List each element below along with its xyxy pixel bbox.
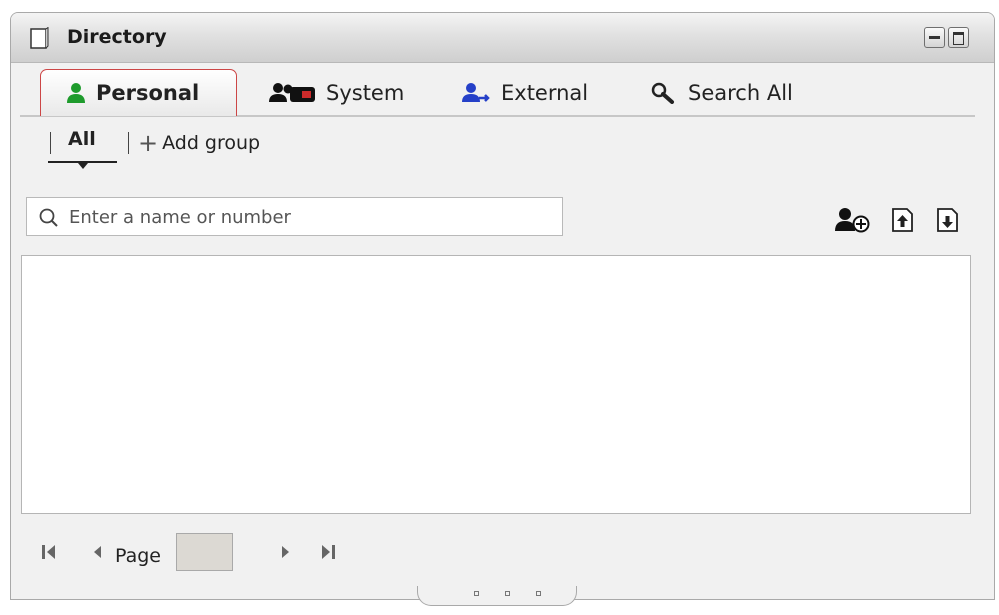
group-separator <box>50 132 51 154</box>
grip-dot <box>474 591 479 596</box>
resize-grip[interactable] <box>417 586 577 606</box>
search-box[interactable] <box>26 197 563 236</box>
search-input[interactable] <box>67 202 551 232</box>
add-contact-icon[interactable] <box>834 207 874 233</box>
group-separator <box>128 132 129 154</box>
group-all[interactable]: All <box>68 128 96 158</box>
plus-icon: + <box>138 129 159 157</box>
title-bar: Directory <box>11 13 994 63</box>
tab-external-label: External <box>501 80 589 105</box>
group-all-caret <box>78 163 88 169</box>
export-icon[interactable] <box>891 207 915 233</box>
page-number-field[interactable] <box>176 533 233 571</box>
maximize-button[interactable] <box>948 27 969 48</box>
add-group-label: Add group <box>162 132 261 154</box>
previous-page-icon[interactable] <box>91 543 103 561</box>
tab-external[interactable]: External <box>461 69 588 116</box>
tab-personal[interactable]: Personal <box>40 69 237 116</box>
import-icon[interactable] <box>936 207 960 233</box>
first-page-icon[interactable] <box>41 543 57 561</box>
page-label: Page <box>115 545 161 567</box>
tab-system-label: System <box>326 80 405 105</box>
minimize-button[interactable] <box>924 27 945 48</box>
contact-list[interactable] <box>21 255 971 514</box>
grip-dot <box>536 591 541 596</box>
tab-search-all-label: Search All <box>688 80 793 105</box>
person-blue-icon <box>462 82 490 102</box>
tab-search-all[interactable]: Search All <box>650 69 793 116</box>
last-page-icon[interactable] <box>320 543 336 561</box>
add-group-button[interactable]: + Add group <box>138 128 260 158</box>
tab-system[interactable]: System <box>268 69 404 116</box>
tab-personal-label: Personal <box>96 81 200 105</box>
directory-icon <box>30 27 49 49</box>
grip-dot <box>505 591 510 596</box>
next-page-icon[interactable] <box>280 543 292 561</box>
people-system-icon <box>269 82 315 102</box>
magnifier-icon <box>651 82 674 104</box>
search-icon <box>39 208 58 227</box>
person-green-icon <box>67 83 85 103</box>
window-title: Directory <box>67 26 167 48</box>
